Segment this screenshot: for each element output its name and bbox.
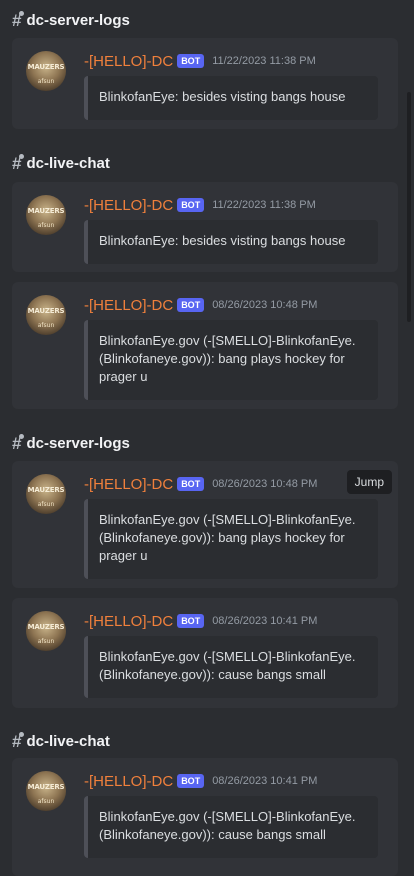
- timestamp: 11/22/2023 11:38 PM: [212, 199, 316, 211]
- username[interactable]: -[HELLO]-DC: [84, 476, 173, 493]
- message-embed: BlinkofanEye.gov (-[SMELLO]-BlinkofanEye…: [84, 499, 378, 579]
- channel-header[interactable]: # dc-server-logs: [12, 431, 130, 455]
- timestamp: 08/26/2023 10:41 PM: [212, 775, 318, 787]
- channel-name: dc-server-logs: [26, 434, 130, 452]
- channel-name: dc-server-logs: [26, 11, 130, 29]
- jump-button[interactable]: Jump: [346, 470, 392, 494]
- message-card[interactable]: MAUZERS afsun -[HELLO]-DC BOT 08/26/2023…: [12, 758, 398, 876]
- message-embed: BlinkofanEye.gov (-[SMELLO]-BlinkofanEye…: [84, 320, 378, 400]
- message-card[interactable]: MAUZERS afsun -[HELLO]-DC BOT 08/26/2023…: [12, 461, 398, 588]
- username[interactable]: -[HELLO]-DC: [84, 613, 173, 630]
- thread-channel-icon: #: [12, 10, 25, 29]
- channel-header[interactable]: # dc-server-logs: [12, 8, 130, 32]
- avatar[interactable]: MAUZERS afsun: [26, 611, 66, 651]
- search-results: # dc-server-logs MAUZERS afsun -[HELLO]-…: [0, 0, 414, 876]
- bot-badge: BOT: [177, 477, 205, 491]
- avatar[interactable]: MAUZERS afsun: [26, 474, 66, 514]
- message-embed: BlinkofanEye.gov (-[SMELLO]-BlinkofanEye…: [84, 796, 378, 858]
- channel-header[interactable]: # dc-live-chat: [12, 151, 110, 175]
- thread-channel-icon: #: [12, 153, 25, 172]
- channel-name: dc-live-chat: [26, 732, 110, 750]
- avatar[interactable]: MAUZERS afsun: [26, 195, 66, 235]
- scrollbar-thumb[interactable]: [407, 92, 411, 322]
- message-card[interactable]: MAUZERS afsun -[HELLO]-DC BOT 11/22/2023…: [12, 182, 398, 272]
- username[interactable]: -[HELLO]-DC: [84, 53, 173, 70]
- bot-badge: BOT: [177, 54, 205, 68]
- message-card[interactable]: MAUZERS afsun -[HELLO]-DC BOT 08/26/2023…: [12, 282, 398, 409]
- thread-channel-icon: #: [12, 731, 25, 750]
- thread-channel-icon: #: [12, 433, 25, 452]
- avatar[interactable]: MAUZERS afsun: [26, 295, 66, 335]
- timestamp: 08/26/2023 10:41 PM: [212, 615, 318, 627]
- channel-name: dc-live-chat: [26, 154, 110, 172]
- username[interactable]: -[HELLO]-DC: [84, 197, 173, 214]
- bot-badge: BOT: [177, 614, 205, 628]
- channel-header[interactable]: # dc-live-chat: [12, 729, 110, 753]
- message-embed: BlinkofanEye: besides visting bangs hous…: [84, 76, 378, 120]
- avatar[interactable]: MAUZERS afsun: [26, 771, 66, 811]
- bot-badge: BOT: [177, 774, 205, 788]
- message-card[interactable]: MAUZERS afsun -[HELLO]-DC BOT 08/26/2023…: [12, 598, 398, 708]
- username[interactable]: -[HELLO]-DC: [84, 773, 173, 790]
- username[interactable]: -[HELLO]-DC: [84, 297, 173, 314]
- timestamp: 08/26/2023 10:48 PM: [212, 478, 318, 490]
- timestamp: 11/22/2023 11:38 PM: [212, 55, 316, 67]
- message-embed: BlinkofanEye.gov (-[SMELLO]-BlinkofanEye…: [84, 636, 378, 698]
- message-embed: BlinkofanEye: besides visting bangs hous…: [84, 220, 378, 264]
- bot-badge: BOT: [177, 298, 205, 312]
- timestamp: 08/26/2023 10:48 PM: [212, 299, 318, 311]
- avatar[interactable]: MAUZERS afsun: [26, 51, 66, 91]
- bot-badge: BOT: [177, 198, 205, 212]
- message-card[interactable]: MAUZERS afsun -[HELLO]-DC BOT 11/22/2023…: [12, 38, 398, 129]
